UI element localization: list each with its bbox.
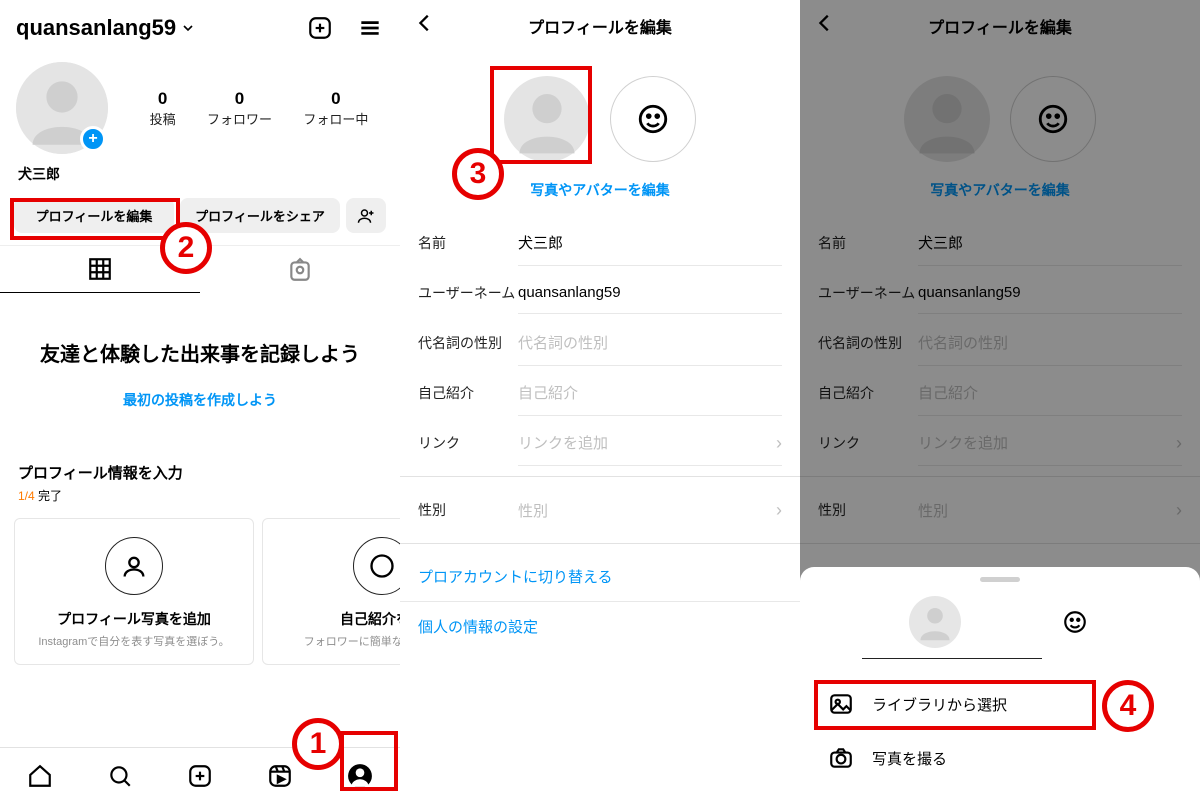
personal-info-link[interactable]: 個人の情報の設定	[400, 602, 800, 651]
username-text: quansanlang59	[16, 15, 176, 41]
edit-avatar-option[interactable]	[610, 76, 696, 162]
add-bio-card[interactable]: 自己紹介を追 フォロワーに簡単な自 しよう。	[262, 518, 400, 665]
following-stat[interactable]: 0フォロー中	[303, 89, 368, 128]
reels-icon	[267, 763, 293, 789]
empty-state: 友達と体験した出来事を記録しよう 最初の投稿を作成しよう	[0, 293, 400, 438]
edit-title: プロフィールを編集	[528, 14, 672, 38]
create-first-post-link[interactable]: 最初の投稿を作成しよう	[24, 390, 376, 410]
annotation-box-2	[10, 198, 180, 240]
sheet-avatar-tab[interactable]	[1059, 606, 1091, 638]
complete-profile-section: プロフィール情報を入力 1/4 完了	[0, 438, 400, 508]
add-person-icon	[357, 207, 375, 225]
tagged-tab[interactable]	[200, 246, 400, 293]
nav-reels[interactable]	[266, 762, 294, 790]
switch-pro-link[interactable]: プロアカウントに切り替える	[400, 552, 800, 602]
chevron-right-icon: ›	[776, 500, 782, 521]
nav-search[interactable]	[106, 762, 134, 790]
camera-icon	[828, 745, 854, 771]
profile-screen: quansanlang59 + 0投稿 0フォロワー	[0, 0, 400, 803]
edit-profile-screen-dimmed: プロフィールを編集 写真やアバターを編集 名前犬三郎 ユーザーネームquansa…	[800, 0, 1200, 803]
sheet-tab-indicator	[862, 658, 1042, 660]
field-bio[interactable]: 自己紹介自己紹介	[400, 368, 800, 418]
chevron-left-icon	[414, 12, 436, 34]
annotation-box-4	[814, 680, 1096, 730]
followers-stat[interactable]: 0フォロワー	[207, 89, 272, 128]
field-username[interactable]: ユーザーネームquansanlang59	[400, 268, 800, 318]
annotation-badge-1: 1	[292, 718, 344, 770]
empty-title: 友達と体験した出来事を記録しよう	[24, 341, 376, 370]
username-switcher[interactable]: quansanlang59	[16, 15, 196, 41]
search-icon	[107, 763, 133, 789]
nav-home[interactable]	[26, 762, 54, 790]
profile-header: quansanlang59	[0, 0, 400, 52]
complete-profile-title: プロフィール情報を入力	[18, 462, 382, 483]
avatar-container[interactable]: +	[16, 62, 108, 154]
back-button[interactable]	[414, 12, 436, 41]
take-photo[interactable]: 写真を撮る	[800, 731, 1200, 785]
tagged-icon	[287, 257, 313, 283]
annotation-box-1	[340, 731, 398, 791]
field-links[interactable]: リンクリンクを追加›	[400, 418, 800, 468]
add-story-badge[interactable]: +	[80, 126, 106, 152]
display-name: 犬三郎	[0, 160, 400, 192]
sheet-photo-tab[interactable]	[909, 596, 961, 648]
chevron-right-icon: ›	[776, 433, 782, 454]
annotation-badge-4: 4	[1102, 680, 1154, 732]
edit-header: プロフィールを編集	[400, 0, 800, 52]
sheet-handle[interactable]	[980, 577, 1020, 582]
field-name[interactable]: 名前犬三郎	[400, 218, 800, 268]
complete-profile-progress: 1/4 完了	[18, 487, 382, 504]
edit-profile-screen: プロフィールを編集 写真やアバターを編集 名前犬三郎 ユーザーネームquansa…	[400, 0, 800, 803]
annotation-badge-3: 3	[452, 148, 504, 200]
plus-square-icon	[187, 763, 213, 789]
posts-stat[interactable]: 0投稿	[150, 89, 176, 128]
create-button[interactable]	[306, 14, 334, 42]
avatar-emoji-icon	[636, 102, 670, 136]
annotation-badge-2: 2	[160, 222, 212, 274]
share-profile-button[interactable]: プロフィールをシェア	[180, 198, 340, 233]
annotation-box-3	[490, 66, 592, 164]
nav-create[interactable]	[186, 762, 214, 790]
field-gender[interactable]: 性別性別›	[400, 485, 800, 535]
home-icon	[27, 763, 53, 789]
field-pronouns[interactable]: 代名詞の性別代名詞の性別	[400, 318, 800, 368]
bio-icon	[353, 537, 400, 595]
chevron-down-icon	[180, 20, 196, 36]
menu-icon	[357, 15, 383, 41]
avatar-emoji-icon	[1062, 609, 1088, 635]
add-photo-card[interactable]: プロフィール写真を追加 Instagramで自分を表す写真を選ぼう。	[14, 518, 254, 665]
plus-square-icon	[307, 15, 333, 41]
profile-stats-row: + 0投稿 0フォロワー 0フォロー中	[0, 52, 400, 160]
discover-people-button[interactable]	[346, 198, 386, 233]
profile-photo-icon	[105, 537, 163, 595]
menu-button[interactable]	[356, 14, 384, 42]
grid-icon	[87, 256, 113, 282]
